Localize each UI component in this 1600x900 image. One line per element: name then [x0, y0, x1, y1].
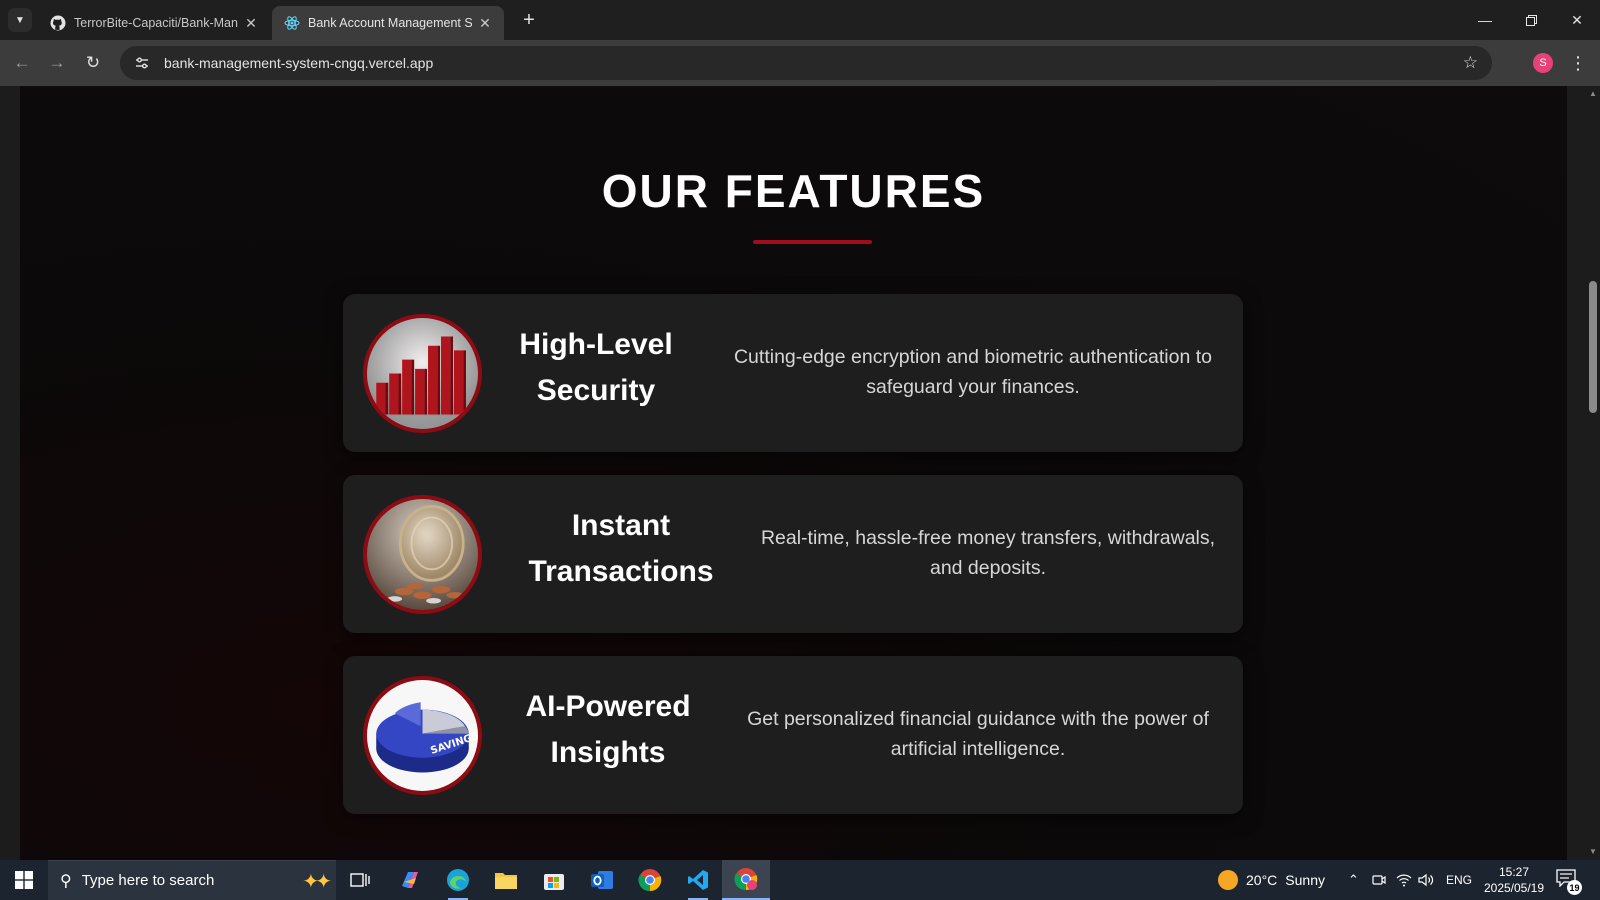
close-icon[interactable]: ✕	[242, 14, 260, 32]
scroll-up-arrow-icon[interactable]: ▲	[1589, 90, 1597, 98]
github-icon	[50, 15, 66, 31]
site-settings-icon[interactable]	[132, 53, 152, 73]
windows-taskbar: ⚲ Type here to search ✦✦ 20°C Sunny ⌃ EN…	[0, 860, 1600, 900]
feature-card-transactions: Instant Transactions Real-time, hassle-f…	[343, 475, 1243, 633]
arrow-left-icon: ←	[13, 53, 31, 72]
outlook-icon[interactable]	[578, 860, 626, 900]
page-viewport: OUR FEATURES High-Level Security Cutting…	[0, 86, 1600, 860]
edge-icon[interactable]	[434, 860, 482, 900]
feature-card-security: High-Level Security Cutting-edge encrypt…	[343, 294, 1243, 452]
arrow-right-icon: →	[48, 53, 66, 72]
feature-description: Real-time, hassle-free money transfers, …	[760, 527, 1216, 579]
feature-title: AI-Powered Insights	[525, 690, 691, 769]
reload-icon: ↻	[85, 53, 101, 72]
tab-search-button[interactable]: ▼	[8, 8, 32, 32]
search-placeholder: Type here to search	[81, 872, 215, 889]
sparkle-icon: ✦✦	[302, 871, 331, 893]
feature-description: Cutting-edge encryption and biometric au…	[733, 346, 1213, 398]
restore-button[interactable]	[1508, 0, 1554, 40]
tab-bar: ▼ TerrorBite-Capaciti/Bank-Manag ✕ Bank …	[0, 0, 1600, 40]
sun-icon	[1218, 870, 1238, 890]
back-button[interactable]: ←	[7, 48, 37, 78]
volume-icon[interactable]	[1418, 860, 1434, 900]
address-bar[interactable]: bank-management-system-cngq.vercel.app ☆	[120, 46, 1492, 80]
more-vertical-icon: ⋮	[1569, 52, 1587, 73]
coins-jar-image	[363, 495, 482, 614]
reload-button[interactable]: ↻	[78, 48, 108, 78]
tab-title: TerrorBite-Capaciti/Bank-Manag	[74, 16, 238, 30]
copilot-icon[interactable]	[386, 860, 434, 900]
show-hidden-icons[interactable]: ⌃	[1348, 860, 1359, 900]
microsoft-store-icon[interactable]	[530, 860, 578, 900]
network-icon[interactable]	[1396, 860, 1412, 900]
browser-toolbar: ← → ↻ bank-management-system-cngq.vercel…	[0, 40, 1600, 86]
weather-text: Sunny	[1285, 872, 1325, 888]
bookmark-star-icon[interactable]: ☆	[1463, 53, 1478, 73]
task-view-icon[interactable]	[336, 860, 384, 900]
vscode-icon[interactable]	[674, 860, 722, 900]
feature-title: Instant Transactions	[528, 509, 714, 588]
notification-badge: 19	[1567, 880, 1582, 895]
taskbar-search[interactable]: ⚲ Type here to search ✦✦	[48, 860, 336, 900]
feature-title: High-Level Security	[519, 328, 673, 407]
chevron-down-icon: ▼	[15, 14, 25, 26]
title-underline	[753, 240, 872, 244]
meet-now-icon[interactable]	[1372, 860, 1386, 900]
search-icon: ⚲	[60, 872, 72, 890]
scrollbar-thumb[interactable]	[1589, 281, 1597, 413]
file-explorer-icon[interactable]	[482, 860, 530, 900]
windows-logo-icon	[15, 871, 33, 889]
url-text: bank-management-system-cngq.vercel.app	[164, 55, 434, 71]
close-icon[interactable]: ✕	[476, 14, 494, 32]
close-window-button[interactable]: ✕	[1554, 0, 1600, 40]
tab-title: Bank Account Management Sys	[308, 16, 472, 30]
section-title: OUR FEATURES	[601, 165, 986, 217]
clock[interactable]: 15:27 2025/05/19	[1474, 864, 1554, 896]
chrome-profile-icon[interactable]	[722, 860, 770, 900]
feature-card-insights: SAVINGS AI-Powered Insights Get personal…	[343, 656, 1243, 814]
weather-temp: 20°C	[1246, 872, 1278, 888]
minimize-button[interactable]: —	[1462, 0, 1508, 40]
tab-github[interactable]: TerrorBite-Capaciti/Bank-Manag ✕	[38, 6, 270, 40]
browser-menu-button[interactable]: ⋮	[1568, 50, 1588, 76]
scrollbar[interactable]	[1585, 86, 1600, 860]
new-tab-button[interactable]: +	[518, 9, 540, 31]
profile-avatar[interactable]: S	[1533, 53, 1553, 73]
chevron-up-icon: ⌃	[1348, 872, 1359, 887]
restore-icon	[1525, 14, 1537, 26]
forward-button[interactable]: →	[42, 48, 72, 78]
savings-pie-chart-image: SAVINGS	[363, 676, 482, 795]
chrome-icon[interactable]	[626, 860, 674, 900]
notification-center[interactable]: 19	[1556, 869, 1582, 895]
close-icon: ✕	[1571, 11, 1583, 28]
clock-date: 2025/05/19	[1483, 881, 1545, 895]
minimize-icon: —	[1478, 12, 1492, 28]
scroll-down-arrow-icon[interactable]: ▼	[1589, 848, 1597, 856]
clock-time: 15:27	[1498, 865, 1530, 879]
language-indicator[interactable]: ENG	[1446, 860, 1472, 900]
feature-description: Get personalized financial guidance with…	[747, 708, 1209, 760]
react-icon	[284, 15, 300, 31]
tab-bank-app[interactable]: Bank Account Management Sys ✕	[272, 6, 504, 40]
red-bar-chart-image	[363, 314, 482, 433]
weather-widget[interactable]: 20°C Sunny	[1218, 860, 1325, 900]
start-button[interactable]	[0, 860, 48, 900]
